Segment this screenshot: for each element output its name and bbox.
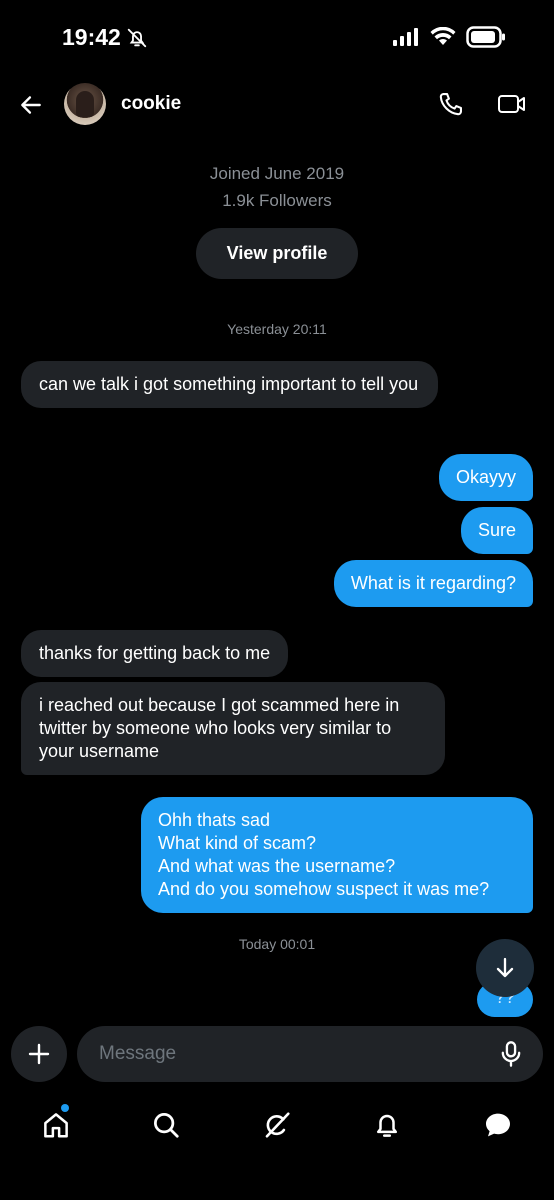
phone-icon[interactable]	[438, 91, 464, 117]
nav-grok[interactable]	[260, 1108, 294, 1142]
arrow-down-icon	[496, 957, 514, 978]
contact-name[interactable]: cookie	[121, 93, 181, 115]
message-bubble-outgoing[interactable]: Sure	[460, 507, 533, 554]
nav-search[interactable]	[149, 1108, 183, 1142]
status-time: 19:42	[62, 24, 121, 50]
home-icon	[44, 1113, 68, 1138]
video-camera-icon[interactable]	[497, 92, 527, 116]
back-arrow-icon[interactable]	[18, 92, 44, 118]
bottom-navigation	[0, 1098, 554, 1158]
message-bubble-incoming[interactable]: thanks for getting back to me	[21, 630, 289, 677]
plus-icon	[28, 1043, 50, 1065]
status-bar: 19:42	[0, 0, 554, 76]
message-bubble-outgoing[interactable]: What is it regarding?	[333, 560, 533, 607]
view-profile-button[interactable]: View profile	[196, 228, 358, 279]
message-composer	[0, 1026, 554, 1086]
message-timestamp: Today 00:01	[238, 936, 316, 952]
search-icon	[154, 1113, 179, 1138]
message-field[interactable]	[77, 1026, 543, 1082]
bell-icon	[377, 1114, 397, 1137]
message-bubble-incoming[interactable]: can we talk i got something important to…	[21, 361, 438, 408]
nav-messages[interactable]	[481, 1108, 515, 1142]
messages-icon	[486, 1113, 510, 1137]
notification-dot	[61, 1104, 69, 1112]
scroll-to-bottom-button[interactable]	[476, 939, 534, 997]
add-media-button[interactable]	[11, 1026, 67, 1082]
message-bubble-outgoing[interactable]: Ohh thats sad What kind of scam? And wha…	[141, 797, 533, 913]
avatar-figure	[76, 91, 94, 117]
message-bubble-outgoing[interactable]: Okayyy	[438, 454, 533, 501]
nav-home[interactable]	[39, 1108, 73, 1142]
message-input[interactable]	[99, 1026, 479, 1082]
message-bubble-incoming[interactable]: i reached out because I got scammed here…	[21, 682, 445, 775]
bell-muted-icon	[127, 28, 147, 48]
wifi-icon	[430, 27, 456, 45]
signal-icon	[393, 28, 418, 46]
joined-date: Joined June 2019	[209, 164, 345, 183]
battery-icon	[466, 26, 505, 48]
followers-count: 1.9k Followers	[222, 191, 332, 210]
microphone-icon[interactable]	[497, 1040, 525, 1068]
message-timestamp: Yesterday 20:11	[227, 321, 327, 337]
conversation-header: cookie	[0, 76, 554, 136]
contact-avatar[interactable]	[64, 83, 106, 125]
grok-icon	[265, 1112, 290, 1138]
nav-notifications[interactable]	[370, 1108, 404, 1142]
